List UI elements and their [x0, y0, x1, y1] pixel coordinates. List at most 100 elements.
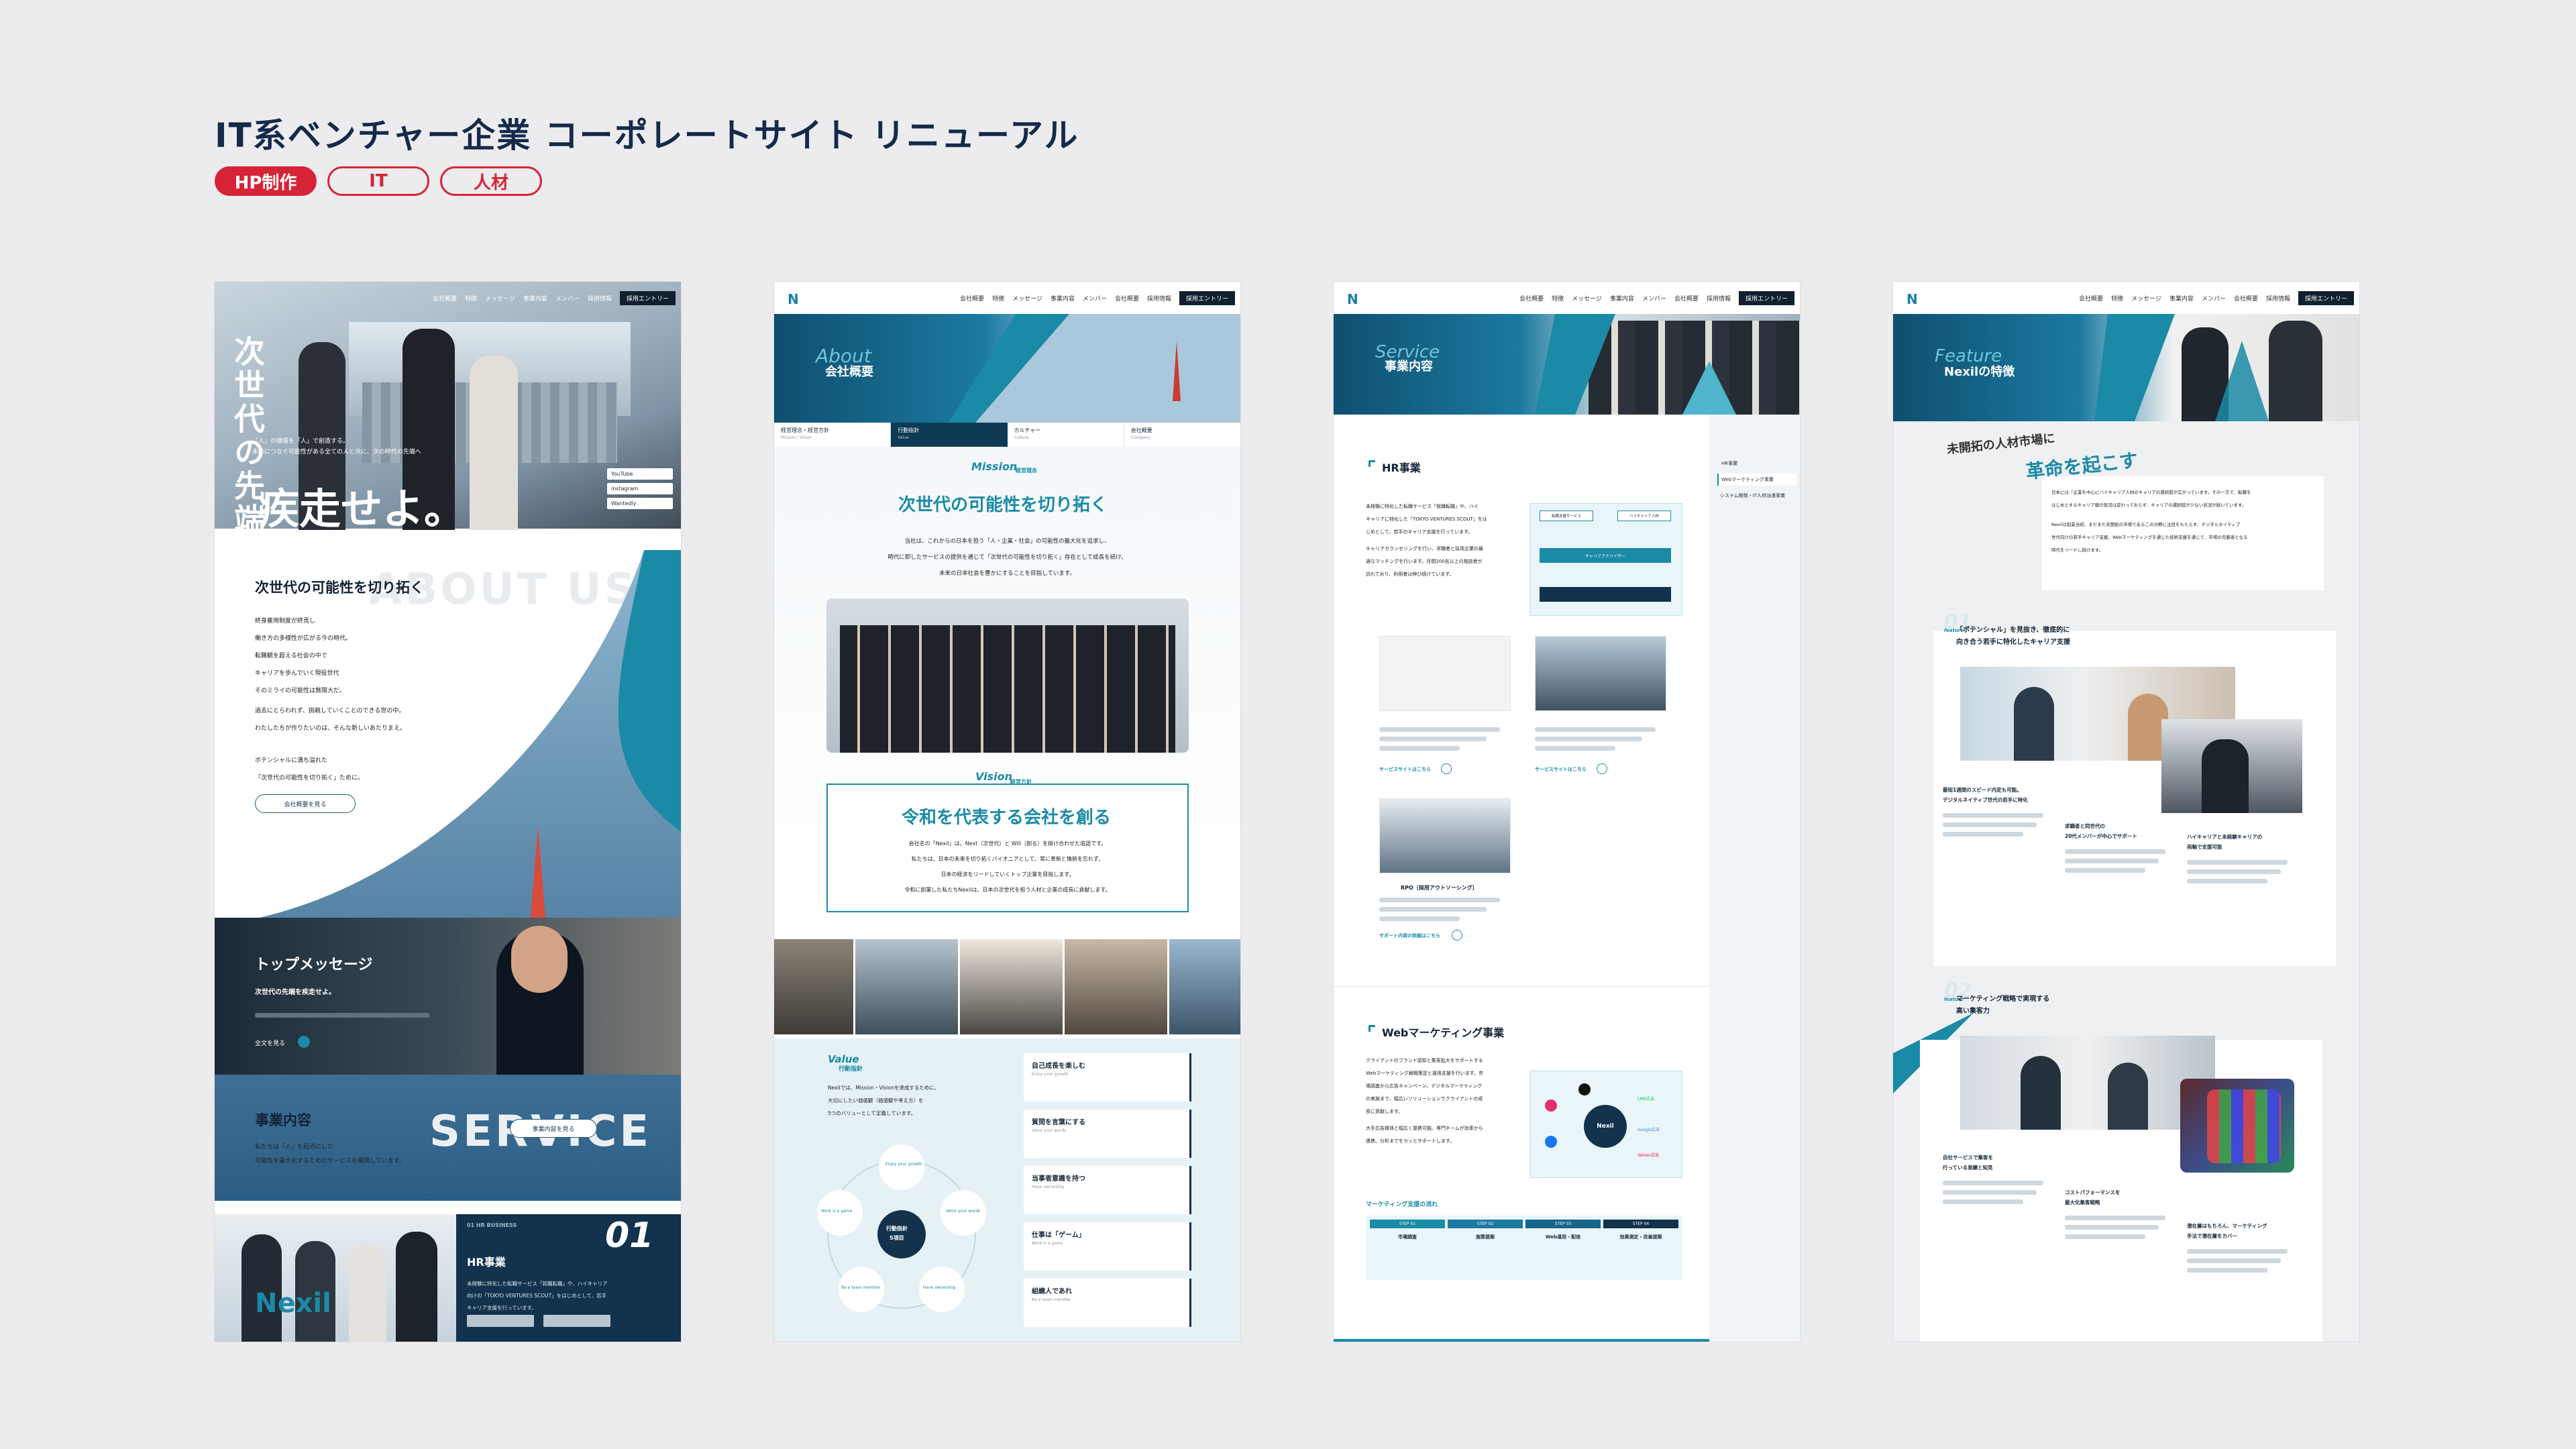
service-site-link[interactable]: サービスサイトはこちら — [1535, 766, 1587, 773]
service-heading: 事業内容 — [255, 1112, 311, 1128]
nexil-logo[interactable]: N — [1907, 291, 1918, 307]
smartphone-photo — [2180, 1079, 2294, 1173]
nav-item[interactable]: 事業内容 — [2169, 294, 2194, 303]
side-nav-item[interactable]: HR事業 — [1717, 458, 1796, 470]
ring-label: Enjoy your growth — [885, 1162, 922, 1167]
nav-item[interactable]: 事業内容 — [1610, 294, 1634, 303]
nav-item[interactable]: メンバー — [1642, 294, 1666, 303]
channel-label: LINE広告 — [1638, 1097, 1655, 1102]
arrow-icon[interactable] — [1441, 763, 1452, 774]
nav-item[interactable]: メンバー — [555, 294, 580, 303]
nav-item[interactable]: メッセージ — [2131, 294, 2161, 303]
vision-line: 私たちは、日本の未来を切り拓くパイオニアとして、常に革新と情熱を忘れず、 — [911, 856, 1104, 862]
side-nav-item-active[interactable]: Webマーケティング事業 — [1717, 474, 1796, 486]
youtube-link[interactable]: YouTube — [607, 468, 673, 480]
nav-item[interactable]: 特徴 — [1552, 294, 1564, 303]
flow-steps: STEP 01 市場調査 STEP 02 施策提案 STEP 03 Web運用・配信 … — [1366, 1216, 1682, 1280]
arrow-icon[interactable] — [1597, 763, 1607, 774]
hr-line: 未経験に特化した転職サービス「就職転職」や、ハイ — [1366, 504, 1479, 509]
nav-item[interactable]: メンバー — [2202, 294, 2226, 303]
message-sub: 次世代の先端を疾走せよ。 — [255, 989, 335, 996]
entry-button[interactable]: 採用エントリー — [619, 290, 676, 305]
mission-line: 当社は、これからの日本を担う「人・企業・社会」の可能性の最大化を追求し、 — [904, 538, 1110, 545]
feature-02-photo — [1960, 1036, 2215, 1130]
web-line: 連携、分析までをカッとサポートします。 — [1366, 1138, 1455, 1144]
intro-line: 世代向けの若手キャリア支援、Webマーケティングを通じた技術支援を通じて、市場の… — [2051, 535, 2248, 540]
f1-col-title: 求職者と同世代の 20代メンバーが中心でサポート — [2065, 823, 2137, 839]
message-more-button[interactable]: 全文を見る — [255, 1038, 285, 1047]
nav-item[interactable]: 事業内容 — [1051, 294, 1075, 303]
tab-culture[interactable]: カルチャー Culture — [1008, 423, 1124, 447]
hr-line: 訪れており、利用者は伸び続けています。 — [1366, 572, 1454, 577]
about-line: キャリアを歩んでいく現役世代 — [255, 670, 339, 677]
x-icon — [1578, 1083, 1591, 1095]
nexil-logo[interactable]: N — [788, 291, 799, 307]
entry-button[interactable]: 採用エントリー — [1179, 290, 1235, 305]
tab-company[interactable]: 会社概要 Company — [1124, 423, 1240, 447]
nav-item[interactable]: 会社概要 — [2079, 294, 2103, 303]
nav-item[interactable]: 会社概要 — [1115, 294, 1139, 303]
nav-item[interactable]: メッセージ — [1572, 294, 1602, 303]
nav-item[interactable]: 採用情報 — [588, 294, 612, 303]
hr-team-photo: Nexil — [215, 1214, 456, 1342]
nav-item[interactable]: メンバー — [1083, 294, 1107, 303]
rpo-link[interactable]: サポート内容の詳細はこちら — [1379, 932, 1440, 939]
about-more-button[interactable]: 会社概要を見る — [255, 794, 356, 813]
side-nav-item[interactable]: システム開発・IT人材派遣事業 — [1717, 490, 1796, 502]
service-site-link[interactable]: サービスサイトはこちら — [1379, 766, 1431, 773]
hero-title: 会社概要 — [825, 365, 873, 379]
entry-button[interactable]: 採用エントリー — [2298, 290, 2354, 305]
hero-sub-1: 「人」の価値を「人」で創造する。 — [252, 438, 350, 445]
f2-col-title: 潜在層はもちろん、マーケティング 手法で潜在層をカバー — [2187, 1223, 2267, 1239]
web-diagram: Nexil LINE広告 Google広告 Yahoo!広告 — [1529, 1071, 1682, 1178]
value-item: 質問を言葉にする Voice your words — [1024, 1110, 1191, 1158]
hr-line: キャリアに特化した「TOKYO VENTURES SCOUT」をは — [1366, 517, 1487, 522]
service-more-button[interactable]: 事業内容を見る — [510, 1119, 597, 1138]
entry-button[interactable]: 採用エントリー — [1738, 290, 1794, 305]
message-photo — [215, 918, 681, 1075]
mission-heading: 次世代の可能性を切り拓く — [898, 495, 1108, 515]
tab-mission[interactable]: 経営理念・経営方針 Mission / Vision — [774, 423, 892, 447]
nav-item[interactable]: 会社概要 — [960, 294, 984, 303]
nav-item[interactable]: 会社概要 — [1674, 294, 1699, 303]
portfolio-canvas: IT系ベンチャー企業 コーポレートサイト リニューアル HP制作 IT 人材 会… — [0, 0, 2576, 1449]
nav-item[interactable]: 採用情報 — [1707, 294, 1731, 303]
nav-item[interactable]: 採用情報 — [1147, 294, 1171, 303]
arrow-icon — [298, 1036, 310, 1048]
hr-line: キャリアカウンセリングを行い、求職者と採用企業の最 — [1366, 546, 1483, 551]
intro-line: 時代をリードし続けます。 — [2051, 547, 2104, 553]
nav-item[interactable]: 特徴 — [2111, 294, 2123, 303]
nav-item[interactable]: 特徴 — [465, 294, 477, 303]
tab-value[interactable]: 行動指針 Value — [891, 423, 1008, 447]
vision-line: 令和に創業した私たちNexilは、日本の次世代を担う人材と企業の成長に貢献します… — [904, 887, 1111, 893]
ring-label: Work is a game — [821, 1209, 853, 1214]
web-heading: Webマーケティング事業 — [1382, 1026, 1505, 1039]
intro-line: はじめとするキャリア層の就活は変わっておらず、キャリアの選択肢が少ない状況が続い… — [2051, 502, 2247, 508]
web-line: 長に貢献します。 — [1366, 1109, 1403, 1114]
flow-step: STEP 04 効果測定・改善提案 — [1603, 1220, 1678, 1276]
nav-item[interactable]: メッセージ — [485, 294, 515, 303]
heading-mark-icon — [1368, 460, 1375, 467]
web-line: の実施まで、幅広いソリューションでクライアントの成 — [1366, 1096, 1483, 1102]
nav-item[interactable]: 採用情報 — [2266, 294, 2290, 303]
hr-line: じめとして、若手のキャリア支援を行っています。 — [1366, 529, 1473, 535]
arrow-icon[interactable] — [1452, 930, 1462, 941]
about-line: 「次世代の可能性を切り拓く」ために。 — [255, 775, 364, 782]
service-card-image — [1379, 636, 1511, 711]
nav-item[interactable]: メッセージ — [1012, 294, 1042, 303]
about-line: ポテンシャルに満ち溢れた — [255, 757, 328, 764]
nav-item[interactable]: 会社概要 — [433, 294, 457, 303]
instagram-link[interactable]: instagram — [607, 483, 673, 494]
wantedly-link[interactable]: Wantedly — [607, 498, 673, 509]
f1-col-title: 最短1週間のスピード内定も可能。 デジタルネイティブ世代の若手に特化 — [1943, 787, 2028, 803]
flow-step: STEP 01 市場調査 — [1370, 1220, 1445, 1276]
nav-item[interactable]: 会社概要 — [1519, 294, 1544, 303]
nav-item[interactable]: 特徴 — [992, 294, 1004, 303]
nav-item[interactable]: 事業内容 — [523, 294, 547, 303]
nav-item[interactable]: 会社概要 — [2234, 294, 2258, 303]
nexil-logo[interactable]: N — [1347, 291, 1358, 307]
value-list: 自己成長を楽しむ Enjoy your growth 質問を言葉にする Voice … — [1024, 1053, 1191, 1327]
value-center-1: 行動指針 — [886, 1226, 908, 1232]
value-item: 当事者意識を持つ Have ownership — [1024, 1166, 1191, 1214]
hr-line: 適なマッチングを行います。月間200名以上の相談者が — [1366, 559, 1483, 564]
